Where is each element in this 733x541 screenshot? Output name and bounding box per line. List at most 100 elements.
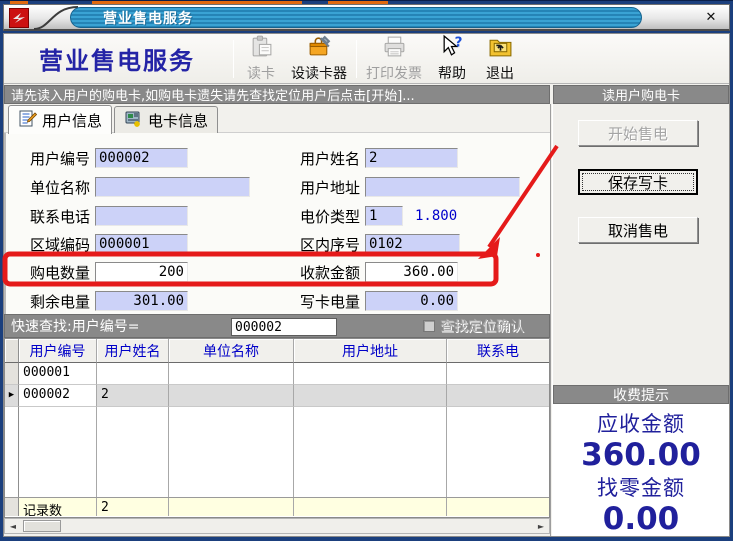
save-write-card-label: 保存写卡: [582, 173, 694, 191]
help-button[interactable]: ? 帮助: [428, 33, 476, 84]
phone-field[interactable]: [95, 206, 188, 226]
remaining-power-field[interactable]: [95, 291, 188, 311]
cell-company: [169, 385, 294, 407]
field-label-remaining-power: 剩余电量: [24, 291, 90, 312]
receivable-label: 应收金额: [553, 408, 729, 438]
field-label-address: 用户地址: [294, 177, 360, 198]
exit-folder-icon: [488, 34, 513, 63]
price-type-field[interactable]: [365, 206, 403, 226]
row-selector-header: [5, 339, 19, 363]
col-phone[interactable]: 联系电: [447, 339, 549, 363]
sale-actions: 开始售电 保存写卡 取消售电: [553, 104, 729, 385]
company-field[interactable]: [95, 177, 250, 197]
field-label-price-type: 电价类型: [294, 206, 360, 227]
field-label-purchase-qty: 购电数量: [24, 262, 90, 283]
receivable-value: 360.00: [553, 438, 729, 472]
app-window: 营业售电服务 ✕ 营业售电服务 读卡 设读卡器: [0, 0, 733, 541]
checkbox-icon: [423, 320, 435, 332]
amount-received-field[interactable]: [365, 262, 458, 282]
change-value: 0.00: [553, 502, 729, 536]
client-area: 营业售电服务 读卡 设读卡器 打印发票: [3, 33, 730, 537]
page-title: 营业售电服务: [4, 41, 230, 76]
print-invoice-label: 打印发票: [366, 63, 422, 83]
title-bar[interactable]: 营业售电服务 ✕: [3, 4, 730, 31]
card-info-icon: [124, 109, 143, 132]
toolbox-icon: [307, 34, 332, 63]
purchase-qty-field[interactable]: [95, 262, 188, 282]
cell-user-name: [97, 363, 169, 385]
toolbar: 营业售电服务 读卡 设读卡器 打印发票: [4, 34, 729, 84]
cell-phone: [447, 385, 549, 407]
read-card-button[interactable]: 读卡: [237, 33, 285, 84]
save-write-card-button[interactable]: 保存写卡: [578, 169, 698, 195]
write-power-field[interactable]: [365, 291, 458, 311]
record-count-label: 记录数: [19, 498, 97, 516]
cell-address: [294, 363, 447, 385]
horizontal-scrollbar[interactable]: ◄ ►: [4, 518, 550, 534]
col-user-name[interactable]: 用户姓名: [97, 339, 169, 363]
tab-strip: 用户信息 电卡信息: [4, 104, 550, 133]
field-label-amount-received: 收款金额: [294, 262, 360, 283]
locate-confirm-checkbox[interactable]: 查找定位确认: [423, 316, 524, 336]
table-footer-row: 记录数 2: [5, 497, 549, 516]
scroll-right-icon[interactable]: ►: [533, 519, 549, 533]
col-address[interactable]: 用户地址: [294, 339, 447, 363]
quick-search-input[interactable]: [231, 318, 337, 336]
toolbar-separator: [233, 40, 234, 78]
tab-card-info-label: 电卡信息: [148, 110, 208, 131]
col-user-id[interactable]: 用户编号: [19, 339, 97, 363]
quick-search-bar: 快速查找:用户编号= 查找定位确认: [4, 314, 550, 338]
table-row-selected[interactable]: ▶ 000002 2: [5, 385, 549, 407]
field-label-phone: 联系电话: [24, 206, 90, 227]
field-label-company: 单位名称: [24, 177, 90, 198]
user-id-field[interactable]: [95, 148, 188, 168]
quick-search-label: 快速查找:用户编号=: [11, 316, 139, 336]
scrollbar-thumb[interactable]: [23, 520, 61, 532]
right-panel: 开始售电 保存写卡 取消售电 收费提示 应收金额 360.00 找零金额 0.0…: [553, 104, 729, 536]
user-table: 用户编号 用户姓名 单位名称 用户地址 联系电 000001: [4, 338, 550, 518]
tab-user-info-label: 用户信息: [42, 110, 102, 131]
row-selector: [5, 363, 19, 385]
field-label-write-power: 写卡电量: [294, 291, 360, 312]
user-info-icon: [18, 109, 37, 132]
record-count-value: 2: [97, 498, 169, 516]
print-invoice-button[interactable]: 打印发票: [360, 33, 428, 84]
fee-panel: 应收金额 360.00 找零金额 0.00: [553, 404, 729, 536]
app-logo-icon: [9, 8, 29, 28]
left-panel: 用户信息 电卡信息 用户编号 用: [4, 104, 550, 536]
toolbar-separator: [356, 40, 357, 78]
col-company[interactable]: 单位名称: [169, 339, 294, 363]
cancel-sale-button[interactable]: 取消售电: [578, 217, 698, 243]
address-field[interactable]: [365, 177, 520, 197]
exit-button[interactable]: 退出: [476, 33, 524, 84]
set-reader-label: 设读卡器: [291, 63, 347, 83]
help-label: 帮助: [438, 63, 466, 83]
read-card-label: 读卡: [247, 63, 275, 83]
area-code-field[interactable]: [95, 234, 188, 254]
table-empty-area: [5, 407, 549, 497]
close-button[interactable]: ✕: [701, 9, 721, 26]
exit-label: 退出: [486, 63, 514, 83]
table-row[interactable]: 000001: [5, 363, 549, 385]
row-selector-arrow: ▶: [5, 385, 19, 407]
set-reader-button[interactable]: 设读卡器: [285, 33, 353, 84]
field-label-area-seq: 区内序号: [294, 234, 360, 255]
change-label: 找零金额: [553, 472, 729, 502]
cell-user-id: 000002: [19, 385, 97, 407]
cell-phone: [447, 363, 549, 385]
cell-company: [169, 363, 294, 385]
tab-user-info[interactable]: 用户信息: [8, 105, 112, 134]
fee-panel-title: 收费提示: [553, 385, 729, 404]
main-area: 用户信息 电卡信息 用户编号 用: [4, 104, 729, 536]
user-info-form: 用户编号 用户姓名 单位名称 用户地址: [4, 133, 550, 314]
cell-user-name: 2: [97, 385, 169, 407]
table-header-row: 用户编号 用户姓名 单位名称 用户地址 联系电: [5, 339, 549, 363]
start-sale-button[interactable]: 开始售电: [578, 120, 698, 146]
unit-price-value: 1.800: [415, 208, 457, 224]
user-name-field[interactable]: [365, 148, 458, 168]
scroll-left-icon[interactable]: ◄: [5, 519, 21, 533]
tab-card-info[interactable]: 电卡信息: [114, 106, 218, 133]
area-seq-field[interactable]: [365, 234, 460, 254]
printer-icon: [382, 34, 407, 63]
cell-user-id: 000001: [19, 363, 97, 385]
